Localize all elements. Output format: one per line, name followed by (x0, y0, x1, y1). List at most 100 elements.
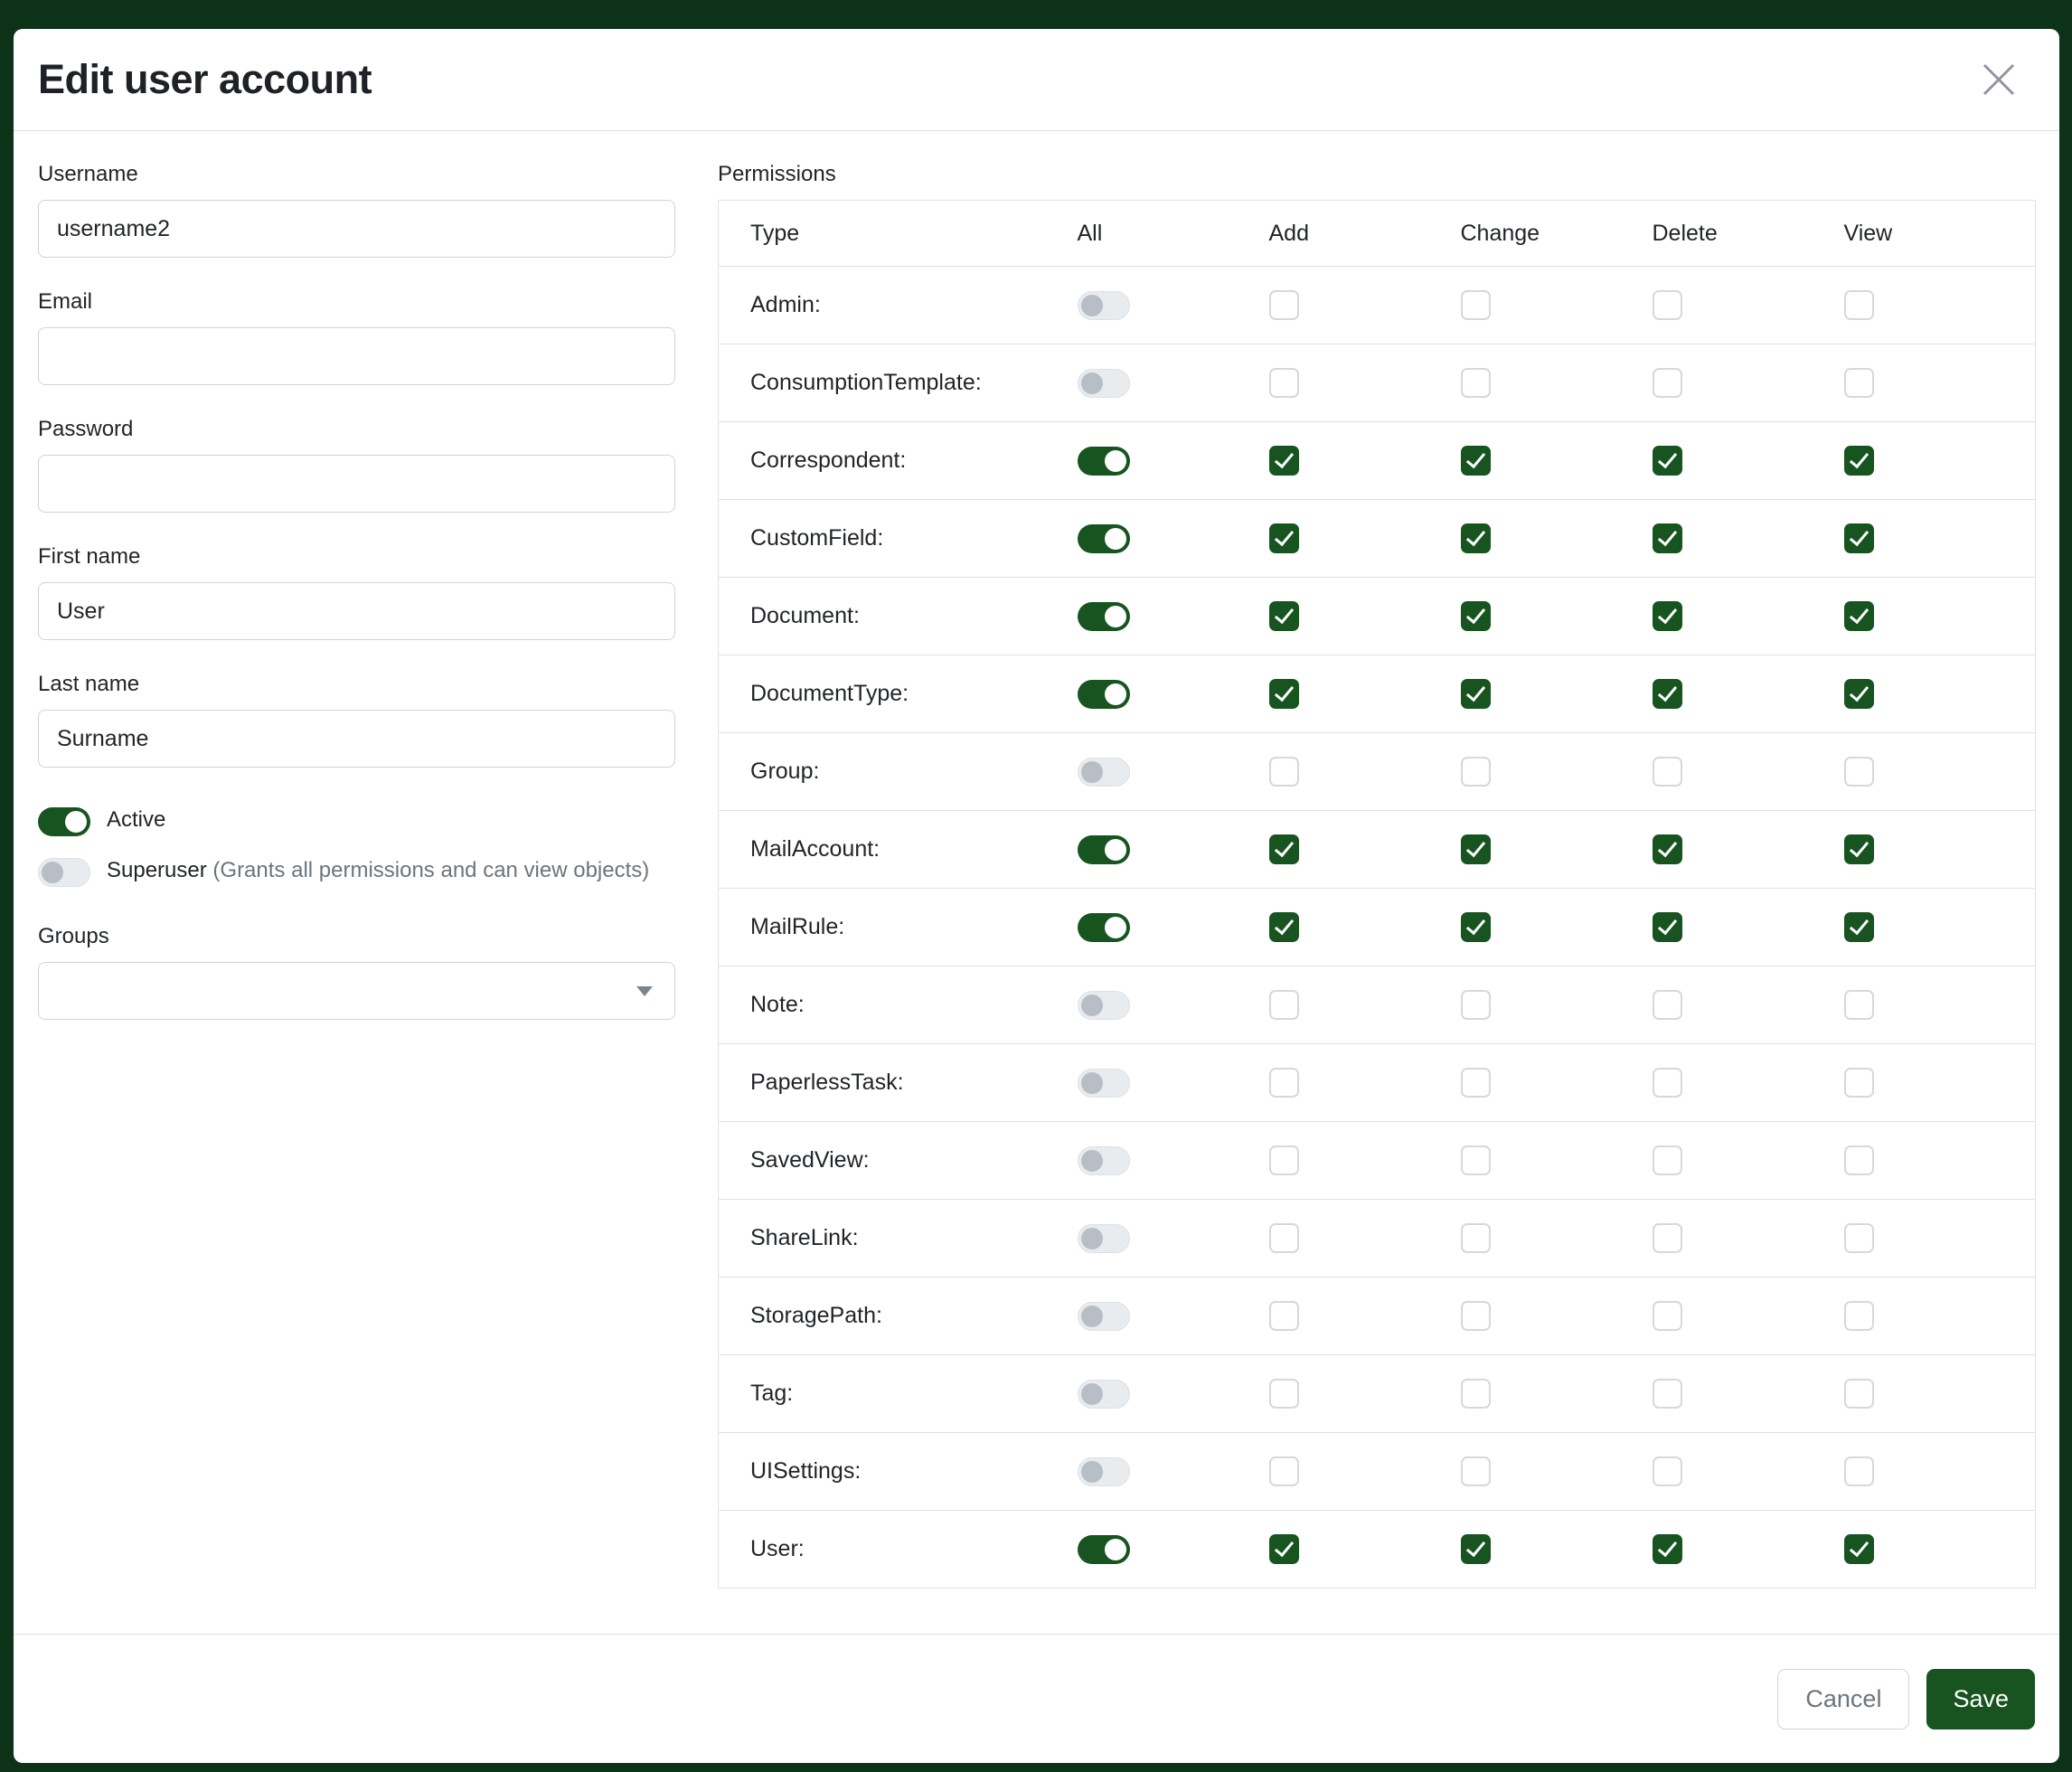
change-checkbox[interactable] (1461, 601, 1491, 631)
add-checkbox[interactable] (1269, 990, 1299, 1020)
all-toggle[interactable] (1078, 991, 1130, 1020)
cancel-button[interactable]: Cancel (1777, 1669, 1909, 1730)
delete-checkbox[interactable] (1653, 1223, 1682, 1253)
email-input[interactable] (38, 327, 675, 385)
delete-checkbox[interactable] (1653, 834, 1682, 864)
view-checkbox[interactable] (1844, 912, 1874, 942)
add-checkbox[interactable] (1269, 601, 1299, 631)
add-checkbox[interactable] (1269, 679, 1299, 709)
add-checkbox[interactable] (1269, 523, 1299, 553)
change-checkbox[interactable] (1461, 446, 1491, 476)
delete-checkbox[interactable] (1653, 368, 1682, 398)
delete-checkbox[interactable] (1653, 446, 1682, 476)
password-input[interactable] (38, 455, 675, 513)
all-toggle[interactable] (1078, 913, 1130, 942)
table-row: MailAccount: (719, 811, 2036, 889)
all-toggle[interactable] (1078, 602, 1130, 631)
add-checkbox[interactable] (1269, 1068, 1299, 1098)
change-checkbox[interactable] (1461, 834, 1491, 864)
permission-type: ConsumptionTemplate: (719, 344, 1078, 422)
view-checkbox[interactable] (1844, 1456, 1874, 1486)
change-checkbox[interactable] (1461, 1301, 1491, 1331)
delete-checkbox[interactable] (1653, 1456, 1682, 1486)
delete-checkbox[interactable] (1653, 290, 1682, 320)
view-checkbox[interactable] (1844, 757, 1874, 787)
view-checkbox[interactable] (1844, 368, 1874, 398)
username-input[interactable] (38, 200, 675, 258)
change-checkbox[interactable] (1461, 990, 1491, 1020)
add-checkbox[interactable] (1269, 757, 1299, 787)
add-checkbox[interactable] (1269, 446, 1299, 476)
delete-checkbox[interactable] (1653, 1534, 1682, 1564)
close-button[interactable] (1973, 53, 2025, 106)
view-checkbox[interactable] (1844, 601, 1874, 631)
view-checkbox[interactable] (1844, 1068, 1874, 1098)
view-checkbox[interactable] (1844, 1534, 1874, 1564)
change-checkbox[interactable] (1461, 679, 1491, 709)
delete-checkbox[interactable] (1653, 912, 1682, 942)
delete-checkbox[interactable] (1653, 679, 1682, 709)
add-checkbox[interactable] (1269, 1223, 1299, 1253)
delete-checkbox[interactable] (1653, 757, 1682, 787)
change-checkbox[interactable] (1461, 1223, 1491, 1253)
add-checkbox[interactable] (1269, 1145, 1299, 1175)
view-checkbox[interactable] (1844, 523, 1874, 553)
view-checkbox[interactable] (1844, 990, 1874, 1020)
all-toggle[interactable] (1078, 1224, 1130, 1253)
delete-checkbox[interactable] (1653, 601, 1682, 631)
all-toggle[interactable] (1078, 835, 1130, 864)
close-icon (1980, 61, 2018, 99)
all-toggle[interactable] (1078, 1457, 1130, 1486)
all-toggle[interactable] (1078, 1535, 1130, 1564)
change-checkbox[interactable] (1461, 290, 1491, 320)
change-checkbox[interactable] (1461, 1456, 1491, 1486)
delete-checkbox[interactable] (1653, 1301, 1682, 1331)
all-toggle[interactable] (1078, 680, 1130, 709)
change-checkbox[interactable] (1461, 1068, 1491, 1098)
view-checkbox[interactable] (1844, 1379, 1874, 1409)
change-checkbox[interactable] (1461, 1145, 1491, 1175)
view-checkbox[interactable] (1844, 290, 1874, 320)
change-checkbox[interactable] (1461, 1534, 1491, 1564)
first-name-input[interactable] (38, 582, 675, 640)
add-checkbox[interactable] (1269, 1534, 1299, 1564)
all-toggle[interactable] (1078, 1302, 1130, 1331)
delete-checkbox[interactable] (1653, 1068, 1682, 1098)
active-toggle[interactable] (38, 807, 90, 836)
add-checkbox[interactable] (1269, 1301, 1299, 1331)
all-toggle[interactable] (1078, 1069, 1130, 1098)
change-checkbox[interactable] (1461, 523, 1491, 553)
all-toggle[interactable] (1078, 758, 1130, 787)
view-checkbox[interactable] (1844, 834, 1874, 864)
last-name-input[interactable] (38, 710, 675, 768)
change-checkbox[interactable] (1461, 1379, 1491, 1409)
permission-type: DocumentType: (719, 655, 1078, 733)
superuser-toggle[interactable] (38, 858, 90, 887)
add-checkbox[interactable] (1269, 834, 1299, 864)
all-toggle[interactable] (1078, 1146, 1130, 1175)
save-button[interactable]: Save (1926, 1669, 2035, 1730)
delete-checkbox[interactable] (1653, 1379, 1682, 1409)
delete-checkbox[interactable] (1653, 990, 1682, 1020)
change-checkbox[interactable] (1461, 368, 1491, 398)
view-checkbox[interactable] (1844, 1223, 1874, 1253)
all-toggle[interactable] (1078, 369, 1130, 398)
add-checkbox[interactable] (1269, 368, 1299, 398)
all-toggle[interactable] (1078, 1380, 1130, 1409)
change-checkbox[interactable] (1461, 912, 1491, 942)
view-checkbox[interactable] (1844, 679, 1874, 709)
add-checkbox[interactable] (1269, 290, 1299, 320)
all-toggle[interactable] (1078, 291, 1130, 320)
groups-select[interactable] (38, 962, 675, 1020)
view-checkbox[interactable] (1844, 446, 1874, 476)
delete-checkbox[interactable] (1653, 1145, 1682, 1175)
add-checkbox[interactable] (1269, 1456, 1299, 1486)
view-checkbox[interactable] (1844, 1301, 1874, 1331)
all-toggle[interactable] (1078, 524, 1130, 553)
all-toggle[interactable] (1078, 447, 1130, 476)
view-checkbox[interactable] (1844, 1145, 1874, 1175)
add-checkbox[interactable] (1269, 912, 1299, 942)
delete-checkbox[interactable] (1653, 523, 1682, 553)
add-checkbox[interactable] (1269, 1379, 1299, 1409)
change-checkbox[interactable] (1461, 757, 1491, 787)
